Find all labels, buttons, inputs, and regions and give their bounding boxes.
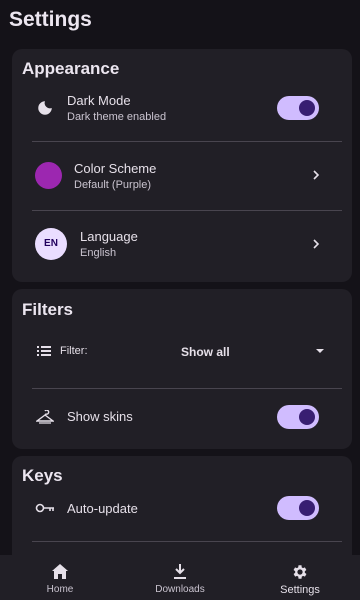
filter-value: Show all [181, 345, 230, 359]
appearance-card: Appearance Dark Mode Dark theme enabled … [12, 49, 352, 282]
dropdown-arrow-icon [316, 349, 324, 353]
nav-downloads-label: Downloads [155, 584, 205, 595]
divider [32, 541, 342, 542]
language-badge: EN [35, 228, 67, 260]
keys-card: Keys Auto-update [12, 456, 352, 566]
dark-mode-label: Dark Mode [67, 93, 131, 108]
filters-card: Filters Filter: Show all Show skins [12, 289, 352, 449]
auto-update-row[interactable]: Auto-update [12, 493, 352, 525]
show-skins-label: Show skins [67, 409, 133, 424]
nav-home-label: Home [46, 584, 74, 595]
switch-knob [299, 500, 315, 516]
filters-title: Filters [22, 300, 74, 319]
nav-settings-label: Settings [280, 584, 320, 596]
dark-mode-subtitle: Dark theme enabled [67, 111, 167, 123]
dark-mode-switch[interactable] [277, 96, 319, 120]
filter-row: Filter: Show all [12, 333, 352, 369]
bottom-navigation: Home Downloads Settings [0, 555, 360, 600]
chevron-right-icon [313, 170, 320, 180]
show-skins-row[interactable]: Show skins [12, 401, 352, 437]
dark-mode-row[interactable]: Dark Mode Dark theme enabled [12, 85, 352, 141]
appearance-title: Appearance [22, 59, 120, 78]
language-row[interactable]: EN Language English [12, 211, 352, 281]
show-skins-switch[interactable] [277, 405, 319, 429]
filter-dropdown[interactable]: Show all [177, 337, 325, 365]
color-swatch-icon [35, 162, 62, 189]
filter-label: Filter: [60, 345, 88, 357]
language-label: Language [80, 229, 138, 244]
auto-update-label: Auto-update [67, 501, 138, 516]
home-icon [52, 564, 68, 579]
nav-settings[interactable]: Settings [240, 555, 360, 600]
chevron-right-icon [313, 239, 320, 249]
divider [32, 388, 342, 389]
switch-knob [299, 409, 315, 425]
language-subtitle: English [80, 247, 117, 259]
list-icon [37, 346, 51, 356]
key-icon [35, 503, 54, 513]
nav-downloads[interactable]: Downloads [120, 555, 240, 600]
color-scheme-subtitle: Default (Purple) [74, 179, 152, 191]
color-scheme-row[interactable]: Color Scheme Default (Purple) [12, 142, 352, 209]
nav-home[interactable]: Home [0, 555, 120, 600]
moon-icon [38, 101, 52, 115]
page-title: Settings [9, 8, 92, 31]
color-scheme-label: Color Scheme [74, 161, 157, 176]
keys-title: Keys [22, 466, 63, 485]
auto-update-switch[interactable] [277, 496, 319, 520]
hanger-icon [36, 410, 54, 424]
switch-knob [299, 100, 315, 116]
download-icon [174, 564, 186, 579]
gear-icon [293, 565, 307, 579]
